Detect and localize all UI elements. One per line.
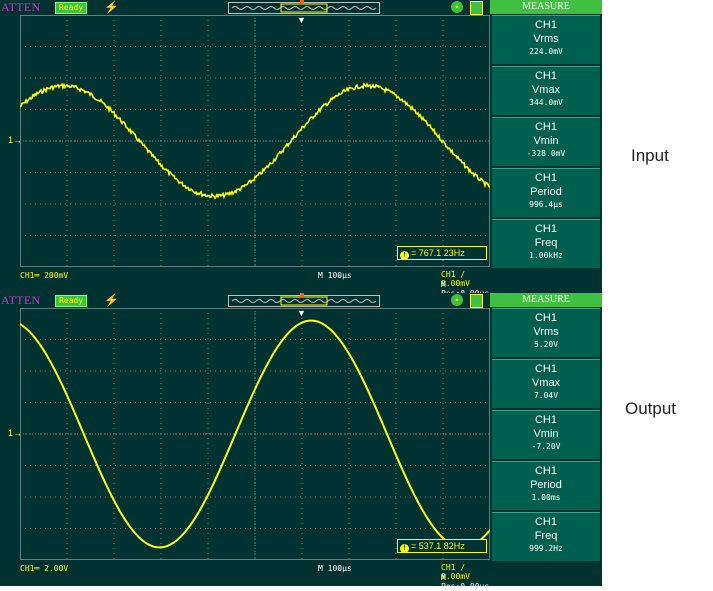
trigger-arrow-icon: ▼ <box>297 15 306 25</box>
frequency-icon: f <box>400 544 409 553</box>
measure-label: Vmax <box>531 377 561 389</box>
channel-level-marker: 1→ <box>8 428 23 438</box>
frequency-value: = 767.1 23Hz <box>411 248 465 258</box>
time-base: M 100μs <box>318 271 352 280</box>
oscilloscope-screen-input: ATTEN Ready ⚡ • 1→ ▼ f = 767.1 23Hz CH1═ … <box>0 0 602 298</box>
save-icon <box>470 294 483 308</box>
measure-label: Freq <box>534 237 558 249</box>
measure-panel: MEASURE CH1 Vrms 5.20V CH1 Vmax 7.04V CH1 Vmi… <box>490 293 602 563</box>
status-badge: Ready <box>55 295 88 307</box>
measure-title[interactable]: MEASURE <box>490 293 602 307</box>
measure-channel: CH1 <box>534 19 557 31</box>
measure-item-vmin[interactable]: CH1 Vmin -328.0mV <box>492 117 600 166</box>
measure-label: Vrms <box>533 33 559 45</box>
brand-logo: ATTEN <box>1 293 41 307</box>
measure-title[interactable]: MEASURE <box>490 0 602 14</box>
info-bar: CH1═ 2.00V M 100μs CH1 ∕ 0.00mV M Pos:0.… <box>0 560 490 591</box>
measure-label: Freq <box>534 530 558 542</box>
output-label: Output <box>625 399 677 418</box>
measure-channel: CH1 <box>534 70 557 82</box>
trigger-arrow-icon: ▼ <box>297 308 306 318</box>
trigger-position-marker <box>300 293 304 297</box>
measure-item-freq[interactable]: CH1 Freq 999.2Hz <box>492 512 600 561</box>
measure-channel: CH1 <box>534 516 557 528</box>
channel-scale: CH1═ 2.00V <box>20 564 69 573</box>
waveform-display <box>20 15 490 267</box>
measure-item-vmax[interactable]: CH1 Vmax 7.04V <box>492 359 600 408</box>
measure-label: Vmin <box>533 428 559 440</box>
usb-icon: • <box>451 294 463 306</box>
waveform-grid <box>20 15 490 267</box>
measure-value: 344.0mV <box>529 98 563 107</box>
memory-timeline <box>228 295 380 307</box>
status-bar: ATTEN Ready ⚡ • <box>0 293 490 308</box>
measure-item-vrms[interactable]: CH1 Vrms 5.20V <box>492 308 600 357</box>
measure-channel: CH1 <box>534 465 557 477</box>
channel-scale: CH1═ 200mV <box>20 271 69 280</box>
status-badge: Ready <box>55 2 88 14</box>
measure-value: 996.4μs <box>529 200 563 209</box>
save-icon <box>470 1 483 15</box>
measure-item-vmax[interactable]: CH1 Vmax 344.0mV <box>492 66 600 115</box>
measure-channel: CH1 <box>534 172 557 184</box>
measure-item-period[interactable]: CH1 Period 996.4μs <box>492 168 600 217</box>
measure-label: Vrms <box>533 326 559 338</box>
lightning-icon: ⚡ <box>104 0 119 14</box>
measure-label: Period <box>530 479 562 491</box>
brand-logo: ATTEN <box>1 0 41 14</box>
memory-timeline <box>228 2 380 14</box>
info-bar: CH1═ 200mV M 100μs CH1 ∕ 0.00mV M Pos:0.… <box>0 267 490 298</box>
trigger-position-marker <box>300 0 304 4</box>
measure-label: Period <box>530 186 562 198</box>
oscilloscope-screen-output: ATTEN Ready ⚡ • 1→ ▼ f = 537.1 82Hz CH1═ … <box>0 293 602 591</box>
frequency-value: = 537.1 82Hz <box>411 541 465 551</box>
measure-label: Vmin <box>533 135 559 147</box>
measure-value: 999.2Hz <box>529 544 563 553</box>
measure-channel: CH1 <box>534 312 557 324</box>
measure-channel: CH1 <box>534 414 557 426</box>
measure-value: 1.00kHz <box>529 251 563 260</box>
status-bar: ATTEN Ready ⚡ • <box>0 0 490 15</box>
measure-value: -328.0mV <box>526 149 566 158</box>
time-base: M 100μs <box>318 564 352 573</box>
measure-channel: CH1 <box>534 121 557 133</box>
frequency-icon: f <box>400 251 409 260</box>
measure-item-vrms[interactable]: CH1 Vrms 224.0mV <box>492 15 600 64</box>
waveform-display <box>20 308 490 560</box>
measure-item-freq[interactable]: CH1 Freq 1.00kHz <box>492 219 600 268</box>
measure-value: 224.0mV <box>529 47 563 56</box>
lightning-icon: ⚡ <box>104 293 119 307</box>
frequency-readout: f = 537.1 82Hz <box>397 539 487 553</box>
measure-label: Vmax <box>531 84 561 96</box>
m-position: M Pos:0.00μs <box>441 573 490 591</box>
measure-channel: CH1 <box>534 223 557 235</box>
measure-value: 5.20V <box>533 340 559 349</box>
frequency-readout: f = 767.1 23Hz <box>397 246 487 260</box>
channel-level-marker: 1→ <box>8 135 23 145</box>
usb-icon: • <box>451 1 463 13</box>
measure-value: 7.04V <box>533 391 559 400</box>
waveform-grid <box>20 308 490 560</box>
measure-panel: MEASURE CH1 Vrms 224.0mV CH1 Vmax 344.0mV CH… <box>490 0 602 270</box>
measure-channel: CH1 <box>534 363 557 375</box>
measure-value: 1.00ms <box>531 493 561 502</box>
measure-item-period[interactable]: CH1 Period 1.00ms <box>492 461 600 510</box>
measure-item-vmin[interactable]: CH1 Vmin -7.20V <box>492 410 600 459</box>
input-label: Input <box>631 146 669 165</box>
measure-value: -7.20V <box>531 442 561 451</box>
